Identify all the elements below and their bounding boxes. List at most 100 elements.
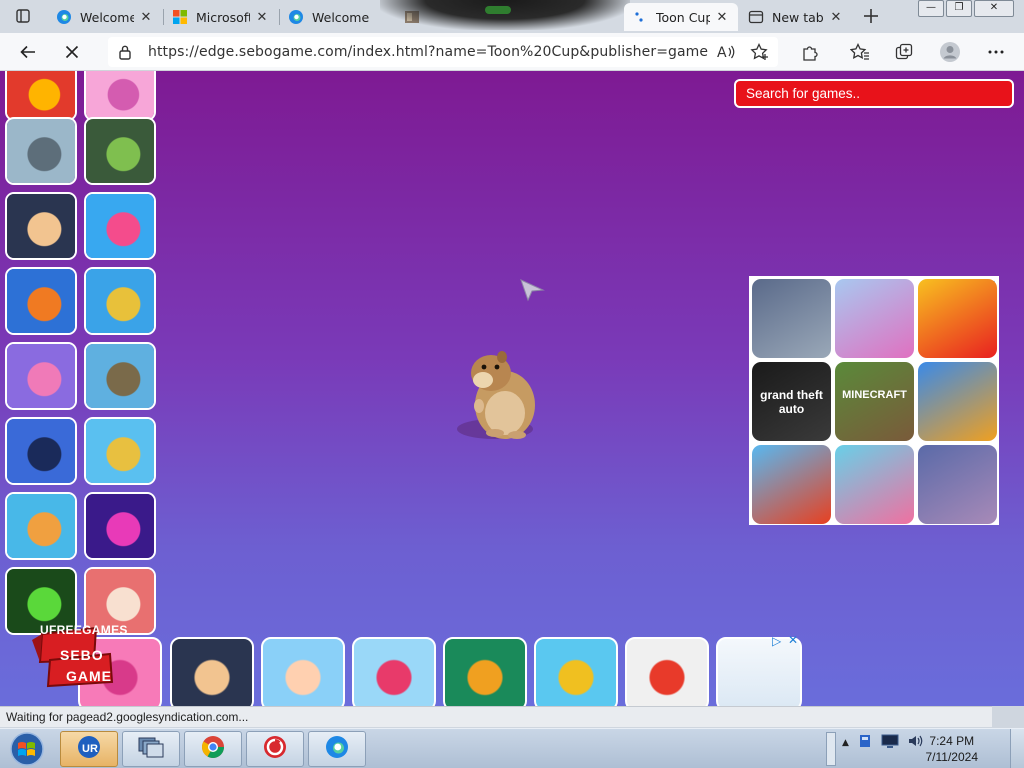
- red-character-game[interactable]: [5, 71, 77, 121]
- toon-face-game[interactable]: [5, 192, 77, 260]
- police-car-game[interactable]: [5, 117, 77, 185]
- dinosaur-game[interactable]: [84, 342, 156, 410]
- restore-button[interactable]: ❐: [946, 0, 972, 17]
- block-craft-game[interactable]: [84, 417, 156, 485]
- collections-icon[interactable]: [890, 38, 918, 66]
- bottom-ad-close-icon[interactable]: ✕: [788, 633, 798, 647]
- tab-welcome-2[interactable]: Welcome: [280, 3, 392, 31]
- clock-time: 7:24 PM: [929, 734, 975, 748]
- favorites-icon[interactable]: [846, 38, 874, 66]
- taskbar-chrome[interactable]: [184, 731, 242, 767]
- extensions-icon[interactable]: [796, 38, 824, 66]
- new-tab-plus-icon[interactable]: [858, 4, 884, 28]
- green-car-game[interactable]: [84, 117, 156, 185]
- shiba-dog-game[interactable]: [5, 492, 77, 560]
- makeup-brushes-game[interactable]: [5, 342, 77, 410]
- ad-tile-label: MINECRAFT: [842, 389, 907, 401]
- svg-text:UR: UR: [82, 743, 98, 755]
- network-icon[interactable]: [881, 733, 899, 753]
- ad-snake-game[interactable]: [918, 362, 997, 441]
- clock-date: 7/11/2024: [925, 750, 979, 764]
- ad-tile-label: grand theft auto: [760, 388, 823, 416]
- bottom-ad-thumb[interactable]: [716, 637, 802, 706]
- tab-label: Welcome: [80, 9, 134, 25]
- ad-minecraft[interactable]: MINECRAFT: [835, 362, 914, 441]
- close-window-button[interactable]: ✕: [974, 0, 1014, 17]
- profile-avatar-icon[interactable]: [936, 38, 964, 66]
- start-button[interactable]: [6, 731, 48, 767]
- superbike-game[interactable]: [5, 417, 77, 485]
- stop-loading-button[interactable]: [58, 38, 86, 66]
- toon-face-game-2[interactable]: [170, 637, 254, 706]
- tab-label: New tab: [772, 9, 824, 25]
- ad-gta[interactable]: grand theft auto: [752, 362, 831, 441]
- tab-welcome-1[interactable]: Welcome ✕: [48, 3, 162, 31]
- tray-app-icon[interactable]: [857, 733, 873, 753]
- ad-piano-tiles[interactable]: [835, 279, 914, 358]
- ad-panel[interactable]: ▷ ✕ grand theft autoMINECRAFT: [749, 276, 999, 525]
- tab-drag-shadow: [380, 0, 630, 30]
- read-aloud-icon[interactable]: A: [716, 43, 736, 65]
- pop-it-game[interactable]: [84, 192, 156, 260]
- game-page: ▷ ✕ grand theft autoMINECRAFT ▷ ✕ UFREEG…: [0, 71, 1024, 706]
- tab-label: Welcome: [312, 9, 370, 25]
- ad-toca-life[interactable]: [835, 445, 914, 524]
- add-favorite-icon[interactable]: [750, 42, 770, 65]
- close-tab-icon[interactable]: ✕: [254, 10, 270, 25]
- close-tab-icon[interactable]: ✕: [138, 10, 154, 25]
- tab-microsoft[interactable]: Microsoft ✕: [164, 3, 278, 31]
- ccleaner-icon: [263, 735, 287, 763]
- settings-more-icon[interactable]: [982, 38, 1010, 66]
- baby-run-game[interactable]: [261, 637, 345, 706]
- taskbar-edge[interactable]: [308, 731, 366, 767]
- close-tab-icon[interactable]: ✕: [828, 10, 844, 25]
- taskbar-ccleaner[interactable]: [246, 731, 304, 767]
- basketball-game[interactable]: [5, 267, 77, 335]
- cursor-arrow-icon: [520, 279, 545, 302]
- ad-moto-x3m[interactable]: [752, 445, 831, 524]
- speed-slide-game[interactable]: [443, 637, 527, 706]
- tab-toon-cup[interactable]: Toon Cup ✕: [624, 3, 738, 31]
- ad-city-game[interactable]: [752, 279, 831, 358]
- volume-icon[interactable]: [907, 733, 925, 753]
- bike-run-game[interactable]: [352, 637, 436, 706]
- taskbar-scroll-handle[interactable]: [826, 732, 836, 766]
- address-bar[interactable]: https://edge.sebogame.com/index.html?nam…: [108, 37, 778, 67]
- taskbar-ur-browser[interactable]: UR: [60, 731, 118, 767]
- taskbar-window-switcher[interactable]: [122, 731, 180, 767]
- window-controls: — ❐ ✕: [916, 0, 1014, 17]
- bottom-ad-choices-icon[interactable]: ▷: [772, 634, 781, 648]
- status-bar: Waiting for pagead2.googlesyndication.co…: [0, 706, 992, 727]
- moto-rider-game[interactable]: [84, 267, 156, 335]
- edge-icon: [288, 9, 304, 25]
- hamster-game-character[interactable]: [455, 333, 545, 443]
- tab-strip: Welcome ✕ Microsoft ✕ Welcome Toon Cup ✕…: [0, 0, 1024, 33]
- tab-new-tab[interactable]: New tab ✕: [740, 3, 852, 31]
- tiles-hop-game[interactable]: [84, 492, 156, 560]
- minimize-button[interactable]: —: [918, 0, 944, 17]
- monster-truck-game[interactable]: [534, 637, 618, 706]
- princess-makeup-game[interactable]: [84, 71, 156, 121]
- show-desktop-button[interactable]: [1010, 729, 1024, 768]
- system-clock[interactable]: 7:24 PM 7/11/2024: [926, 733, 979, 765]
- close-tab-icon[interactable]: ✕: [714, 10, 730, 25]
- search-games-input[interactable]: [734, 79, 1014, 108]
- ad-dragon-game[interactable]: [918, 445, 997, 524]
- tab-label: Microsoft: [196, 9, 250, 25]
- logo-site-name: UFREEGAMES: [40, 623, 128, 637]
- lock-icon[interactable]: [118, 44, 132, 64]
- kick-buddy-game[interactable]: [625, 637, 709, 706]
- newtab-icon: [748, 9, 764, 25]
- logo-word-sebo: SEBO: [60, 647, 104, 663]
- tab-actions-icon[interactable]: [10, 4, 36, 28]
- edge-icon: [325, 735, 349, 763]
- url-text: https://edge.sebogame.com/index.html?nam…: [148, 44, 708, 60]
- tray-expand-icon[interactable]: ▲: [842, 738, 849, 748]
- ad-among-us[interactable]: [918, 279, 997, 358]
- system-tray: ▲: [842, 733, 925, 753]
- back-button[interactable]: [14, 38, 42, 66]
- microsoft-icon: [172, 9, 188, 25]
- tab-label: Toon Cup: [656, 9, 710, 25]
- browser-toolbar: https://edge.sebogame.com/index.html?nam…: [0, 33, 1024, 71]
- ur-browser-icon: UR: [77, 735, 101, 763]
